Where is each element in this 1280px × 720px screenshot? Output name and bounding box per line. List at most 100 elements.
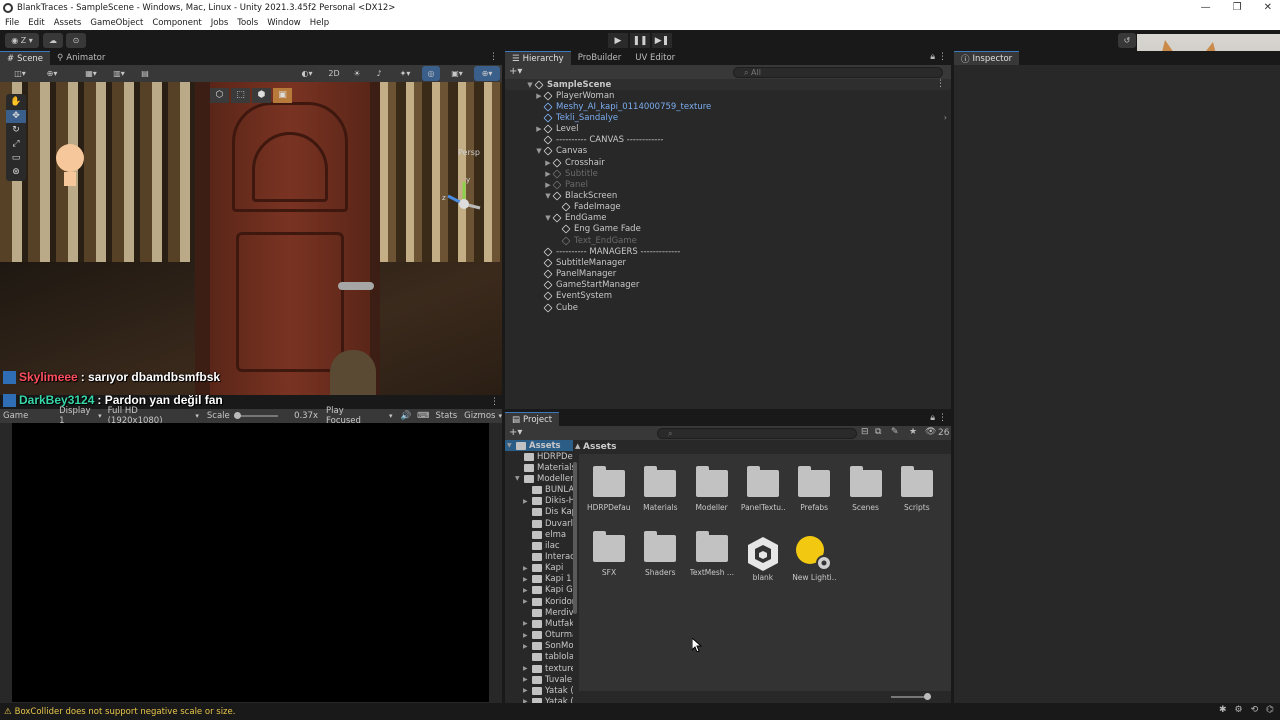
tab-uv-editor[interactable]: UV Editor xyxy=(628,51,683,65)
project-tree-item[interactable]: ▶ Tuvale xyxy=(505,674,573,685)
asset-item[interactable]: Prefabs xyxy=(792,466,836,512)
expand-arrow-icon[interactable]: ▶ xyxy=(523,620,532,627)
project-tree-item[interactable]: ▶ Kapi Gi xyxy=(505,585,573,596)
hierarchy-item[interactable]: ▼ SampleScene xyxy=(505,79,951,90)
expand-arrow-icon[interactable]: ▶ xyxy=(523,676,532,683)
menu-window[interactable]: Window xyxy=(267,18,301,28)
effects-icon[interactable]: ✦▾ xyxy=(392,66,418,81)
panel-menu-icon[interactable]: ⋮ xyxy=(490,397,499,407)
add-object-icon[interactable]: +▾ xyxy=(509,66,522,77)
account-button[interactable]: ◉ Z ▾ xyxy=(5,33,39,48)
icon-size-slider[interactable] xyxy=(891,693,931,700)
project-tree-item[interactable]: ▼ Modeller xyxy=(505,473,573,484)
project-tree-item[interactable]: ▼ Assets xyxy=(505,440,573,451)
hierarchy-item[interactable]: Text_EndGame xyxy=(505,235,951,246)
edge-mode-icon[interactable]: ⬢ xyxy=(252,88,271,103)
asset-item[interactable]: PanelTextu... xyxy=(741,466,785,512)
expand-arrow-icon[interactable]: ▼ xyxy=(515,475,524,482)
assets-breadcrumb[interactable]: Assets xyxy=(583,442,616,452)
hierarchy-item[interactable]: ▶ Panel xyxy=(505,179,951,190)
hierarchy-item[interactable]: Tekli_Sandalye xyxy=(505,112,951,123)
undo-history-icon[interactable]: ↺ xyxy=(1118,33,1136,48)
collab-icon[interactable]: ⊙ xyxy=(66,33,86,48)
asset-item[interactable]: Modeller xyxy=(690,466,734,512)
panel-menu-icon[interactable]: ⋮ xyxy=(489,52,498,62)
hierarchy-item[interactable]: ▶ Crosshair xyxy=(505,157,951,168)
hierarchy-item[interactable]: Cube xyxy=(505,302,951,313)
project-tree-item[interactable]: Dis Kap xyxy=(505,507,573,518)
hidden-objects-icon[interactable]: ◎ xyxy=(422,66,440,81)
vertex-mode-icon[interactable]: ⬚ xyxy=(231,88,250,103)
create-asset-icon[interactable]: +▾ xyxy=(509,427,522,438)
menu-gameobject[interactable]: GameObject xyxy=(90,18,143,28)
project-tree-item[interactable]: BUNLA xyxy=(505,485,573,496)
camera-settings-icon[interactable]: ▣▾ xyxy=(444,66,470,81)
menu-assets[interactable]: Assets xyxy=(54,18,82,28)
play-button[interactable]: ▶ xyxy=(608,33,628,48)
project-tree-item[interactable]: ▶ texture xyxy=(505,663,573,674)
project-search-input[interactable]: ⌕ xyxy=(657,428,857,439)
gizmos-toggle-icon[interactable]: ⊕▾ xyxy=(474,66,500,81)
snap-grid-icon[interactable]: ▤ xyxy=(134,66,156,81)
debug-icon[interactable]: ✱ xyxy=(1219,705,1227,715)
panel-menu-icon[interactable]: ⋮ xyxy=(938,52,947,62)
cloud-icon[interactable]: ☁ xyxy=(43,33,63,48)
project-tree-item[interactable]: ▶ Kapi 1 xyxy=(505,574,573,585)
expand-arrow-icon[interactable]: ▶ xyxy=(523,498,532,505)
transform-tool-icon[interactable]: ⊛ xyxy=(6,166,26,179)
orientation-gizmo-icon[interactable]: y z xyxy=(440,174,498,232)
scene-menu-icon[interactable]: ⋮ xyxy=(936,79,945,89)
restore-icon[interactable]: ❐ xyxy=(1233,2,1242,13)
hierarchy-item[interactable]: ---------- MANAGERS ------------- xyxy=(505,246,951,257)
menu-file[interactable]: File xyxy=(5,18,19,28)
expand-arrow-icon[interactable]: ▶ xyxy=(534,125,544,133)
asset-item[interactable]: Materials xyxy=(638,466,682,512)
search-by-type-icon[interactable]: ⊟ xyxy=(861,427,869,437)
expand-arrow-icon[interactable]: ▶ xyxy=(523,598,532,605)
hierarchy-item[interactable]: Eng Game Fade xyxy=(505,224,951,235)
rotate-tool-icon[interactable]: ↻ xyxy=(6,124,26,137)
project-tree-item[interactable]: tablolar xyxy=(505,652,573,663)
project-tree-item[interactable]: Merdiv xyxy=(505,607,573,618)
keyboard-icon[interactable]: ⌨ xyxy=(417,411,429,421)
project-tree-item[interactable]: Interac xyxy=(505,552,573,563)
project-tree-item[interactable]: ▶ Oturma xyxy=(505,630,573,641)
tab-probuilder[interactable]: ProBuilder xyxy=(570,51,629,65)
lighting-icon[interactable]: ☀ xyxy=(348,66,366,81)
hierarchy-item[interactable]: ▼ EndGame xyxy=(505,213,951,224)
tab-inspector[interactable]: ⓘ Inspector xyxy=(954,51,1020,65)
minimize-icon[interactable]: — xyxy=(1201,2,1211,13)
scale-tool-icon[interactable]: ⤢ xyxy=(6,138,26,151)
project-tree-item[interactable]: elma xyxy=(505,529,573,540)
object-mode-icon[interactable]: ⬡ xyxy=(210,88,229,103)
scene-viewport[interactable]: y z Persp xyxy=(0,82,502,395)
expand-arrow-icon[interactable]: ▼ xyxy=(543,214,553,222)
project-tree-item[interactable]: ▶ SonMo xyxy=(505,641,573,652)
hierarchy-item[interactable]: SubtitleManager xyxy=(505,257,951,268)
project-tree-item[interactable]: ▶ Kapi xyxy=(505,563,573,574)
hierarchy-item[interactable]: ▶ Subtitle xyxy=(505,168,951,179)
search-by-label-icon[interactable]: ⧉ xyxy=(875,427,881,437)
lock-icon[interactable]: 🔒︎ xyxy=(930,52,935,62)
project-tree-item[interactable]: ilac xyxy=(505,540,573,551)
asset-item[interactable]: HDRPDefau... xyxy=(587,466,631,512)
expand-arrow-icon[interactable]: ▶ xyxy=(523,687,532,694)
menu-tools[interactable]: Tools xyxy=(237,18,258,28)
menu-edit[interactable]: Edit xyxy=(28,18,44,28)
stats-button[interactable]: Stats xyxy=(435,411,457,421)
status-bar[interactable]: ⚠ BoxCollider does not support negative … xyxy=(0,703,1280,720)
tool-handle-icon[interactable]: ◫▾ xyxy=(6,66,34,81)
expand-arrow-icon[interactable]: ▶ xyxy=(523,632,532,639)
game-viewport[interactable] xyxy=(12,423,489,702)
hand-tool-icon[interactable]: ✋ xyxy=(6,96,26,109)
tab-project[interactable]: ▤ Project xyxy=(505,412,560,426)
cache-icon[interactable]: ⟲ xyxy=(1251,705,1259,715)
hierarchy-item[interactable]: ---------- CANVAS ------------ xyxy=(505,135,951,146)
tag-icon[interactable]: ✎ xyxy=(891,427,899,437)
panel-menu-icon[interactable]: ⋮ xyxy=(938,413,947,423)
hierarchy-item[interactable]: ▼ Canvas xyxy=(505,146,951,157)
expand-arrow-icon[interactable]: ▶ xyxy=(523,665,532,672)
hierarchy-item[interactable]: EventSystem xyxy=(505,291,951,302)
hierarchy-item[interactable]: GameStartManager xyxy=(505,280,951,291)
light-gizmo-icon[interactable] xyxy=(50,144,90,194)
